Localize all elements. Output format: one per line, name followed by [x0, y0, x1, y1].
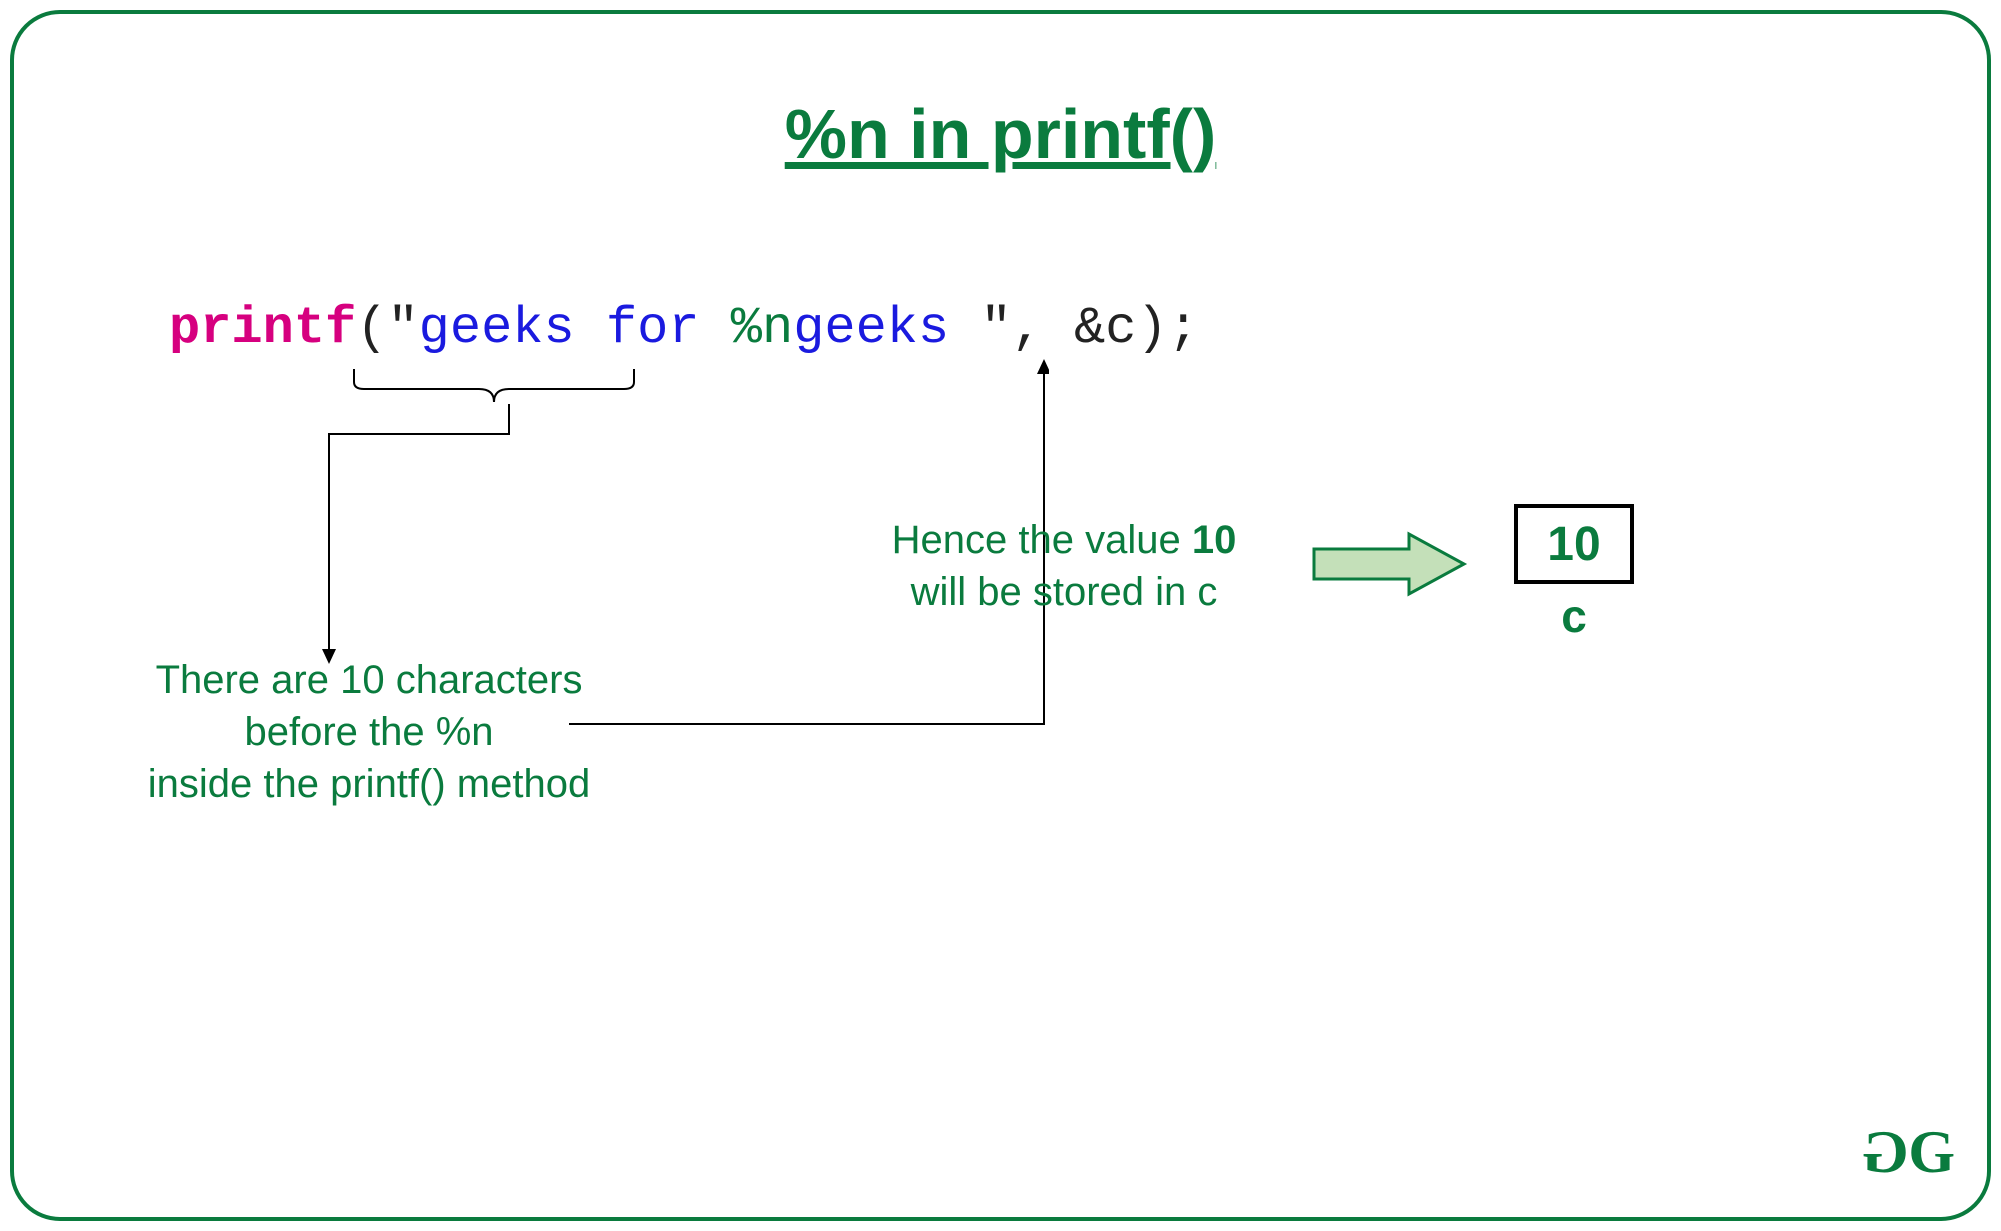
note-right: Hence the value 10 will be stored in c — [854, 514, 1274, 618]
logo-g1: G — [1870, 1118, 1909, 1187]
value-box-label: c — [1514, 589, 1634, 643]
diagram-title: %n in printf() — [14, 94, 1987, 174]
note-left-line2: before the %n — [244, 710, 493, 754]
code-str-gap2 — [700, 299, 731, 358]
note-right-value: 10 — [1192, 518, 1237, 562]
note-left-line1: There are 10 characters — [156, 658, 583, 702]
gfg-logo: GG — [1870, 1118, 1947, 1187]
logo-g2: G — [1908, 1119, 1947, 1185]
arrow-down-left — [314, 404, 514, 664]
note-left: There are 10 characters before the %n in… — [119, 654, 619, 810]
code-quote2: " — [980, 299, 1011, 358]
code-str-part1: geeks — [419, 299, 575, 358]
note-left-line3: inside the printf() method — [148, 762, 590, 806]
note-right-line2: will be stored in c — [911, 570, 1218, 614]
code-str-gap3 — [949, 299, 980, 358]
code-specifier: %n — [731, 299, 793, 358]
code-quote1: " — [387, 299, 418, 358]
code-rest: , &c); — [1012, 299, 1199, 358]
code-str-part3: geeks — [793, 299, 949, 358]
value-box-value: 10 — [1547, 517, 1600, 572]
code-keyword: printf — [169, 299, 356, 358]
big-arrow-icon — [1309, 529, 1469, 599]
code-line: printf("geeks for %ngeeks ", &c); — [169, 299, 1199, 358]
note-right-prefix: Hence the value — [892, 518, 1192, 562]
diagram-frame: %n in printf() printf("geeks for %ngeeks… — [10, 10, 1991, 1221]
code-str-gap1 — [575, 299, 606, 358]
code-open-paren: ( — [356, 299, 387, 358]
value-box: 10 — [1514, 504, 1634, 584]
code-str-part2: for — [606, 299, 700, 358]
